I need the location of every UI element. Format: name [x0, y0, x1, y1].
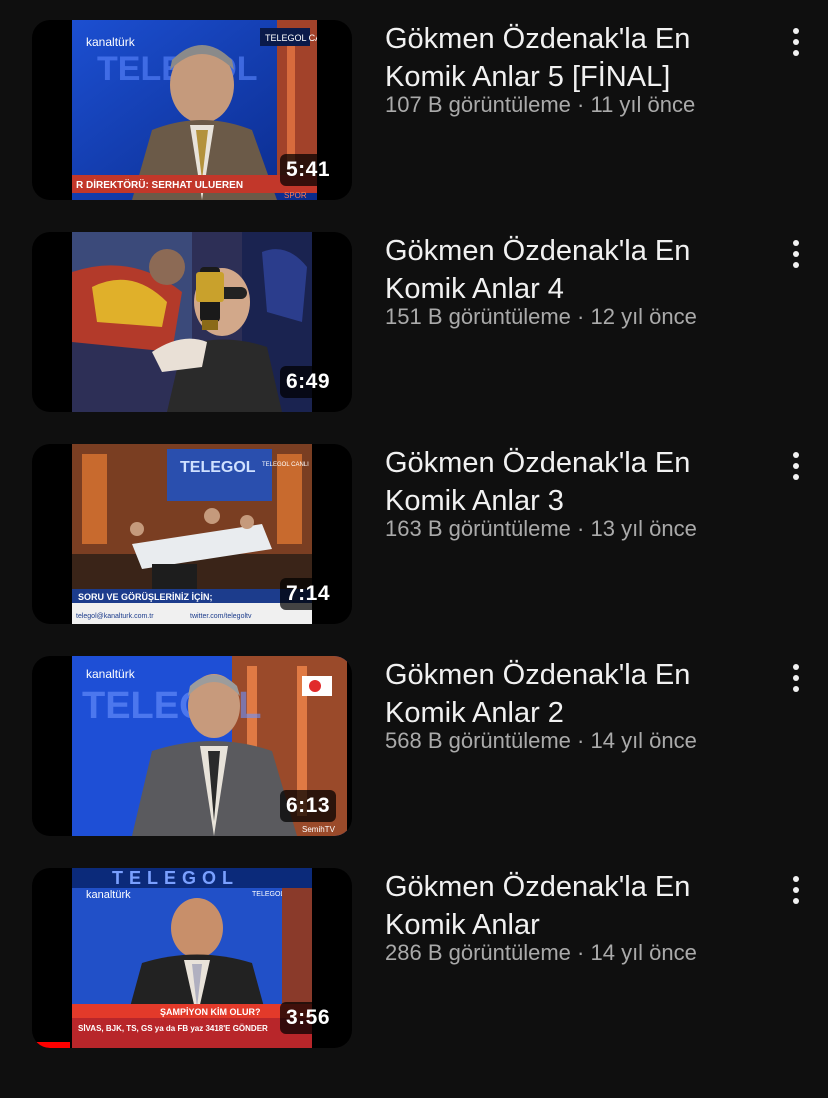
svg-text:TELEGOL: TELEGOL — [112, 868, 239, 888]
duration-badge: 3:56 — [279, 1002, 336, 1034]
video-thumbnail[interactable]: 6:49 — [32, 232, 352, 412]
video-thumbnail[interactable]: TELEGOL kanaltürk TELEGOL CANLI ŞAMPİYON… — [32, 868, 352, 1048]
svg-text:TELEGOL CANLI: TELEGOL CANLI — [262, 462, 309, 468]
video-meta: 151 B görüntüleme · 12 yıl önce — [385, 304, 697, 330]
svg-text:kanaltürk: kanaltürk — [86, 35, 136, 49]
video-meta: 163 B görüntüleme · 13 yıl önce — [385, 516, 697, 542]
video-title[interactable]: Gökmen Özdenak'la En Komik Anlar 4 — [385, 232, 765, 308]
view-count: 107 B görüntüleme — [385, 92, 571, 117]
meta-separator: · — [577, 940, 591, 965]
video-meta: 568 B görüntüleme · 14 yıl önce — [385, 728, 697, 754]
video-thumbnail[interactable]: TELEGOL kanaltürk TELEGOL CANLI R DİREKT… — [32, 20, 352, 200]
video-item[interactable]: 6:49 Gökmen Özdenak'la En Komik Anlar 4 … — [0, 232, 828, 412]
svg-text:twitter.com/telegoltv: twitter.com/telegoltv — [190, 613, 252, 620]
svg-text:kanaltürk: kanaltürk — [86, 889, 131, 901]
duration-badge: 6:13 — [279, 790, 336, 822]
video-title[interactable]: Gökmen Özdenak'la En Komik Anlar 2 — [385, 656, 765, 732]
video-meta: 286 B görüntüleme · 14 yıl önce — [385, 940, 697, 966]
meta-separator: · — [577, 92, 591, 117]
video-item[interactable]: TELEGOL TELEGOL CANLI SORU VE GÖRÜŞLERİN… — [0, 444, 828, 624]
view-count: 163 B görüntüleme — [385, 516, 571, 541]
more-options-icon[interactable] — [782, 234, 810, 274]
svg-text:ŞAMPİYON KİM OLUR?: ŞAMPİYON KİM OLUR? — [160, 1007, 261, 1017]
svg-text:SORU VE GÖRÜŞLERİNİZ İÇİN;: SORU VE GÖRÜŞLERİNİZ İÇİN; — [78, 592, 213, 602]
upload-age: 14 yıl önce — [590, 728, 697, 753]
meta-separator: · — [577, 728, 591, 753]
upload-age: 12 yıl önce — [590, 304, 697, 329]
video-title[interactable]: Gökmen Özdenak'la En Komik Anlar 5 [FİNA… — [385, 20, 765, 96]
tv-studio-thumbnail-icon: TELEGOL kanaltürk TELEGOL CANLI ŞAMPİYON… — [72, 868, 312, 1048]
duration-badge: 5:41 — [279, 154, 336, 186]
duration-badge: 7:14 — [279, 578, 336, 610]
view-count: 286 B görüntüleme — [385, 940, 571, 965]
view-count: 568 B görüntüleme — [385, 728, 571, 753]
more-options-icon[interactable] — [782, 22, 810, 62]
trophy-thumbnail-icon — [72, 232, 312, 412]
video-title[interactable]: Gökmen Özdenak'la En Komik Anlar 3 — [385, 444, 765, 520]
video-thumbnail[interactable]: TELEGOL kanaltürk SemihTV 6:13 — [32, 656, 352, 836]
studio-wide-thumbnail-icon: TELEGOL TELEGOL CANLI SORU VE GÖRÜŞLERİN… — [72, 444, 312, 624]
video-item[interactable]: TELEGOL kanaltürk SemihTV 6:13 Gökmen Öz… — [0, 656, 828, 836]
svg-text:TELEGOL CANLI: TELEGOL CANLI — [265, 33, 317, 43]
upload-age: 13 yıl önce — [590, 516, 697, 541]
svg-text:TELEGOL: TELEGOL — [180, 459, 256, 476]
view-count: 151 B görüntüleme — [385, 304, 571, 329]
svg-text:SİVAS, BJK, TS, GS ya da FB ya: SİVAS, BJK, TS, GS ya da FB yaz 3418'E G… — [78, 1024, 268, 1033]
svg-text:SemihTV: SemihTV — [302, 825, 336, 834]
video-thumbnail[interactable]: TELEGOL TELEGOL CANLI SORU VE GÖRÜŞLERİN… — [32, 444, 352, 624]
duration-badge: 6:49 — [279, 366, 336, 398]
watch-progress-bar — [32, 1042, 71, 1048]
video-item[interactable]: TELEGOL kanaltürk TELEGOL CANLI R DİREKT… — [0, 20, 828, 200]
video-list: TELEGOL kanaltürk TELEGOL CANLI R DİREKT… — [0, 0, 828, 1098]
svg-text:SPOR: SPOR — [284, 191, 307, 200]
meta-separator: · — [577, 516, 591, 541]
video-meta: 107 B görüntüleme · 11 yıl önce — [385, 92, 695, 118]
upload-age: 11 yıl önce — [590, 92, 696, 117]
svg-text:R DİREKTÖRÜ: SERHAT ULUEREN: R DİREKTÖRÜ: SERHAT ULUEREN — [76, 178, 243, 191]
video-item[interactable]: TELEGOL kanaltürk TELEGOL CANLI ŞAMPİYON… — [0, 868, 828, 1048]
svg-text:kanaltürk: kanaltürk — [86, 667, 136, 681]
video-title[interactable]: Gökmen Özdenak'la En Komik Anlar — [385, 868, 765, 944]
more-options-icon[interactable] — [782, 870, 810, 910]
meta-separator: · — [577, 304, 591, 329]
upload-age: 14 yıl önce — [590, 940, 697, 965]
more-options-icon[interactable] — [782, 446, 810, 486]
more-options-icon[interactable] — [782, 658, 810, 698]
svg-text:telegol@kanalturk.com.tr: telegol@kanalturk.com.tr — [76, 613, 154, 620]
